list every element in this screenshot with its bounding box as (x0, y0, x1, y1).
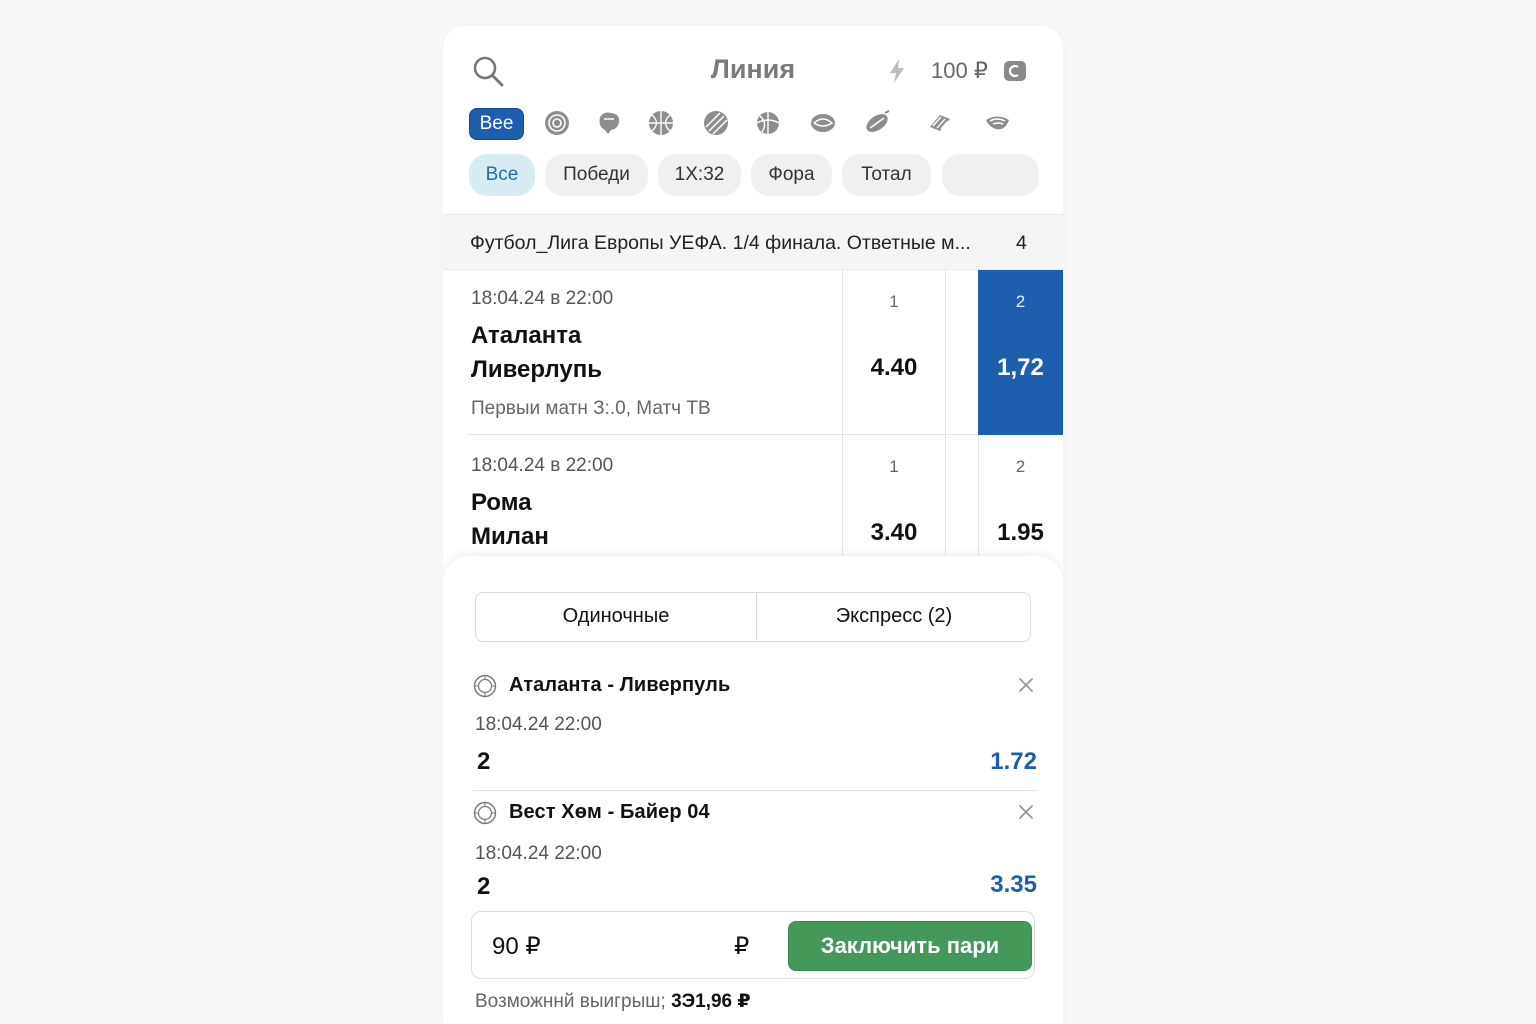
bet-date: 18:04.24 22:00 (475, 843, 602, 864)
balance[interactable]: 100 ₽ (931, 58, 988, 84)
stake-panel: ₽ Заключить пари (471, 911, 1035, 979)
football-icon[interactable] (754, 109, 782, 137)
sport-all-button[interactable]: Вее (469, 108, 524, 140)
odd-value: 1.95 (997, 519, 1044, 546)
match-team-away: Ливерлупь (471, 356, 602, 383)
esports-icon[interactable] (983, 109, 1011, 137)
bet-outcome: 2 (477, 873, 491, 900)
match-team-away: Милан (471, 523, 549, 550)
close-icon[interactable] (1017, 676, 1035, 694)
bet-event-title: Аталанта - Ливерпуль (509, 674, 731, 696)
bet-outcome: 2 (477, 748, 491, 775)
odd-label: 1 (889, 457, 899, 476)
match-date: 18:04.24 в 22:00 (471, 455, 614, 476)
league-match-count: 4 (1016, 232, 1027, 254)
close-icon[interactable] (1017, 803, 1035, 821)
header: Линия 100 ₽ (443, 26, 1063, 116)
volleyball-icon[interactable] (543, 109, 571, 137)
bet-odd: 3.35 (990, 871, 1037, 898)
match-team-home: Аталанта (471, 322, 582, 349)
app-window: Линия 100 ₽ Вее Все Победи 1X:32 Фора То… (443, 26, 1063, 1024)
sport-filter-bar: Вее (469, 108, 1039, 140)
market-filter-bar: Все Победи 1X:32 Фора Тотал (469, 154, 1039, 196)
odd-button-away-selected[interactable]: 2 1,72 (978, 270, 1063, 435)
football-icon (473, 801, 497, 825)
bet-slip: Одиночные Экспресс (2) Аталанта - Ливерп… (443, 556, 1063, 1024)
wallet-icon[interactable] (1003, 59, 1027, 83)
odd-value: 3.40 (870, 519, 918, 546)
match-row[interactable]: 18:04.24 в 22:00 Аталанта Ливерлупь Перв… (443, 270, 1063, 435)
bet-type-tabs: Одиночные Экспресс (2) (475, 592, 1031, 642)
odd-value: 1,72 (997, 354, 1044, 381)
market-chip-handicap[interactable]: Фора (751, 154, 832, 196)
odd-value: 4.40 (870, 354, 918, 381)
odd-label: 2 (1015, 457, 1026, 476)
rugby-icon[interactable] (863, 109, 891, 137)
basketball-icon[interactable] (647, 109, 675, 137)
tab-express[interactable]: Экспресс (2) (758, 593, 1030, 640)
baseball-icon[interactable] (926, 109, 954, 137)
market-chip-total[interactable]: Тотал (842, 154, 931, 196)
market-chip-win[interactable]: Победи (545, 154, 648, 196)
place-bet-button[interactable]: Заключить пари (788, 921, 1032, 971)
match-date: 18:04.24 в 22:00 (471, 288, 614, 309)
currency-symbol: ₽ (734, 933, 750, 960)
tab-single[interactable]: Одиночные (476, 593, 757, 640)
divider (945, 270, 946, 435)
tennis-icon[interactable] (702, 109, 730, 137)
possible-win-label: Возможннй выигрыш; (475, 991, 666, 1012)
market-chip-all[interactable]: Все (469, 154, 535, 196)
league-name: Футбол_Лига Европы УЕФА. 1/4 финала. Отв… (470, 232, 971, 254)
bet-event-title: Вест Хөм - Байер 04 (509, 801, 710, 823)
handball-icon[interactable] (809, 109, 837, 137)
bet-odd: 1.72 (990, 748, 1037, 775)
odd-button-home[interactable]: 1 4.40 (843, 270, 945, 435)
match-team-home: Рома (471, 489, 532, 516)
odd-label: 1 (889, 292, 899, 311)
match-note: Первыи матн З:.0, Матч ТВ (471, 398, 711, 419)
market-chip-1x2[interactable]: 1X:32 (658, 154, 741, 196)
possible-win: Возможннй выигрыш; 3Э1,96 ₽ (475, 990, 751, 1013)
lightning-icon[interactable] (887, 58, 907, 84)
odd-label: 2 (1015, 292, 1026, 311)
bet-item: Вест Хөм - Байер 04 18:04.24 22:00 2 3.3… (473, 801, 1037, 911)
possible-win-value: 3Э1,96 ₽ (671, 991, 751, 1012)
market-chip-more[interactable] (942, 154, 1039, 196)
hockey-icon[interactable] (595, 109, 623, 137)
row-divider (473, 790, 1037, 791)
stake-input[interactable] (492, 932, 692, 960)
league-header[interactable]: Футбол_Лига Европы УЕФА. 1/4 финала. Отв… (443, 214, 1063, 270)
bet-date: 18:04.24 22:00 (475, 714, 602, 735)
football-icon (473, 674, 497, 698)
bet-item: Аталанта - Ливерпуль 18:04.24 22:00 2 1.… (473, 674, 1037, 794)
